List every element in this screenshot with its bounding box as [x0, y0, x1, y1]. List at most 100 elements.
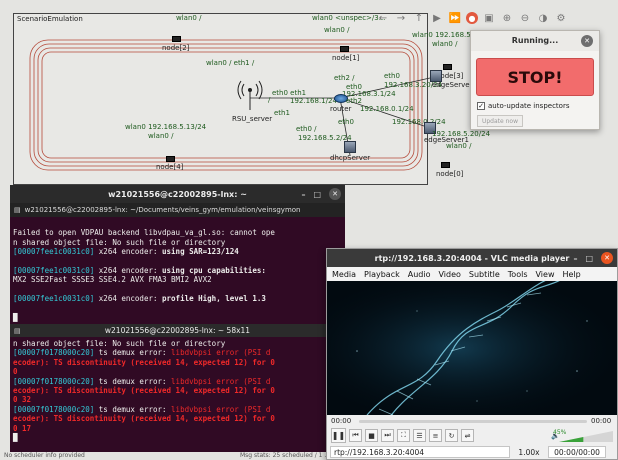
maximize-icon[interactable]: □ [585, 254, 593, 263]
close-icon[interactable]: ✕ [601, 252, 613, 264]
label-eth1-c: eth1 [274, 109, 290, 117]
terminal-1-line [13, 285, 342, 294]
terminal-2-output[interactable]: n shared object file: No such file or di… [10, 337, 345, 445]
forward-icon[interactable]: → [394, 11, 408, 25]
extended-settings-button[interactable]: ☰ [413, 429, 426, 442]
terminal-2-line: 0 17 [13, 423, 32, 433]
terminal-1-tab[interactable]: ▤ w21021556@c22002895-lnx: ~/Documents/v… [10, 203, 345, 217]
back-icon[interactable]: ← [376, 11, 390, 25]
auto-update-label: auto-update inspectors [488, 102, 570, 110]
video-area[interactable] [327, 281, 617, 415]
terminal-1-line [13, 304, 342, 313]
close-icon[interactable]: ✕ [581, 35, 593, 47]
label-ip-1: 192.168.1/24 [290, 97, 337, 105]
antenna-icon[interactable] [236, 80, 264, 112]
label-eth0-eth1: eth0 eth1 [272, 89, 307, 97]
running-title-text: Running... [511, 36, 559, 45]
zoom-out-icon[interactable]: ⊖ [518, 11, 532, 25]
menu-help[interactable]: Help [562, 270, 580, 279]
node-2[interactable] [172, 36, 181, 42]
previous-button[interactable]: ⏮ [349, 429, 362, 442]
menu-playback[interactable]: Playback [364, 270, 400, 279]
node-0[interactable] [441, 162, 450, 168]
maximize-icon[interactable]: □ [313, 190, 321, 199]
minimize-icon[interactable]: – [301, 190, 305, 199]
label-eth2: eth2 / [334, 74, 355, 82]
playlist-button[interactable]: ≡ [429, 429, 442, 442]
menu-tools[interactable]: Tools [508, 270, 528, 279]
inspector-toolbar: ← → ↑ ▶ ⏩ ● ▣ ⊕ ⊖ ◑ ⚙ [370, 8, 616, 28]
label-eth0-b: eth0 [384, 72, 400, 80]
minimize-icon[interactable]: – [573, 254, 577, 263]
menu-audio[interactable]: Audio [408, 270, 431, 279]
terminal-1-line: [00007fee1c0031c0] x264 encoder: using c… [13, 266, 266, 276]
terminal-2-line: [00007f0178000c20] ts demux error: libdv… [13, 404, 271, 414]
edge-server-label: edgeServer [432, 81, 473, 89]
vlc-url-field[interactable]: rtp://192.168.3.20:4004 [330, 446, 510, 458]
auto-update-row: ✓ auto-update inspectors [477, 102, 569, 110]
stop-button[interactable]: ■ [365, 429, 378, 442]
next-button[interactable]: ⏭ [381, 429, 394, 442]
dna-video-frame [327, 281, 617, 415]
duration-readout: 00:00/00:00 [548, 446, 606, 458]
status-left: No scheduler info provided [4, 452, 85, 459]
zoom-in-icon[interactable]: ⊕ [500, 11, 514, 25]
terminal-1-title: w21021556@c22002895-lnx: ~ [108, 189, 247, 199]
terminal-2-line: 0 32 [13, 395, 32, 405]
dhcp-server-icon[interactable] [344, 141, 356, 153]
terminal-1-line: █ [13, 313, 18, 323]
menu-media[interactable]: Media [332, 270, 356, 279]
terminal-1-line [13, 219, 342, 228]
label-eth0-c: eth0 / [296, 125, 317, 133]
menu-video[interactable]: Video [438, 270, 460, 279]
vlc-window: rtp://192.168.3.20:4004 - VLC media play… [326, 248, 618, 460]
node-4[interactable] [166, 156, 175, 162]
fast-icon[interactable]: ⏩ [448, 11, 462, 25]
step-icon[interactable]: ▶ [430, 11, 444, 25]
terminal-2-line: n shared object file: No such file or di… [13, 339, 226, 348]
seek-bar[interactable] [359, 420, 587, 423]
update-now-button[interactable]: Update now [477, 115, 523, 127]
up-icon[interactable]: ↑ [412, 11, 426, 25]
label-edge-wlan0: wlan0 / [446, 142, 472, 150]
terminal-1-output[interactable]: Failed to open VDPAU backend libvdpau_va… [10, 217, 345, 325]
terminal-1-line: Failed to open VDPAU backend libvdpau_va… [13, 228, 275, 238]
terminal-2-title: w21021556@c22002895-lnx: ~ 58x11 [104, 326, 251, 335]
terminal-window-1: w21021556@c22002895-lnx: ~ – □ ✕ ▤ w2102… [10, 185, 345, 325]
node-3[interactable] [443, 64, 452, 70]
play-pause-button[interactable]: ❚❚ [331, 428, 346, 443]
running-dialog-title: Running... ✕ [471, 31, 599, 51]
node-4-label: node[4] [156, 163, 184, 171]
snapshot-icon[interactable]: ▣ [482, 11, 496, 25]
node-0-label: node[0] [436, 170, 464, 178]
volume-slider[interactable] [559, 431, 615, 443]
layout-icon[interactable]: ◑ [536, 11, 550, 25]
label-node1-wlan0: wlan0 / [324, 26, 350, 34]
menu-subtitle[interactable]: Subtitle [469, 270, 500, 279]
speaker-icon[interactable]: 🔈 [551, 432, 560, 440]
terminal-2-titlebar: ▤ w21021556@c22002895-lnx: ~ 58x11 [10, 324, 345, 337]
label-right-wlan0-ip: wlan0 192.168.5... [412, 31, 478, 39]
playback-controls: ❚❚ ⏮ ■ ⏭ ⛶ ☰ ≡ ↻ ⇌ [331, 428, 474, 443]
stop-button[interactable]: STOP! [476, 58, 594, 96]
auto-update-checkbox[interactable]: ✓ [477, 102, 485, 110]
loop-button[interactable]: ↻ [445, 429, 458, 442]
terminal-2-line: ecoder): TS discontinuity (received 14, … [13, 414, 275, 424]
node-1[interactable] [340, 46, 349, 52]
label-right-wlan0: wlan0 / [432, 40, 458, 48]
node-1-label: node[1] [332, 54, 360, 62]
settings-icon[interactable]: ⚙ [554, 11, 568, 25]
close-icon[interactable]: ✕ [329, 188, 341, 200]
shuffle-button[interactable]: ⇌ [461, 429, 474, 442]
terminal-icon: ▤ [14, 206, 21, 214]
status-right: Msg stats: 25 scheduled / 1 ... [240, 452, 331, 459]
label-ip-0-2: 192.168.0.2/24 [392, 118, 446, 126]
label-left-wlan0: wlan0 / [148, 132, 174, 140]
fullscreen-button[interactable]: ⛶ [397, 429, 410, 442]
menu-view[interactable]: View [536, 270, 555, 279]
terminal-2-line: ecoder): TS discontinuity (received 14, … [13, 386, 275, 396]
playback-rate[interactable]: 1.00x [514, 448, 544, 457]
terminal-1-line: [00007fee1c0031c0] x264 encoder: profile… [13, 294, 266, 304]
total-time: 00:00 [591, 417, 612, 425]
record-icon[interactable]: ● [466, 12, 478, 24]
